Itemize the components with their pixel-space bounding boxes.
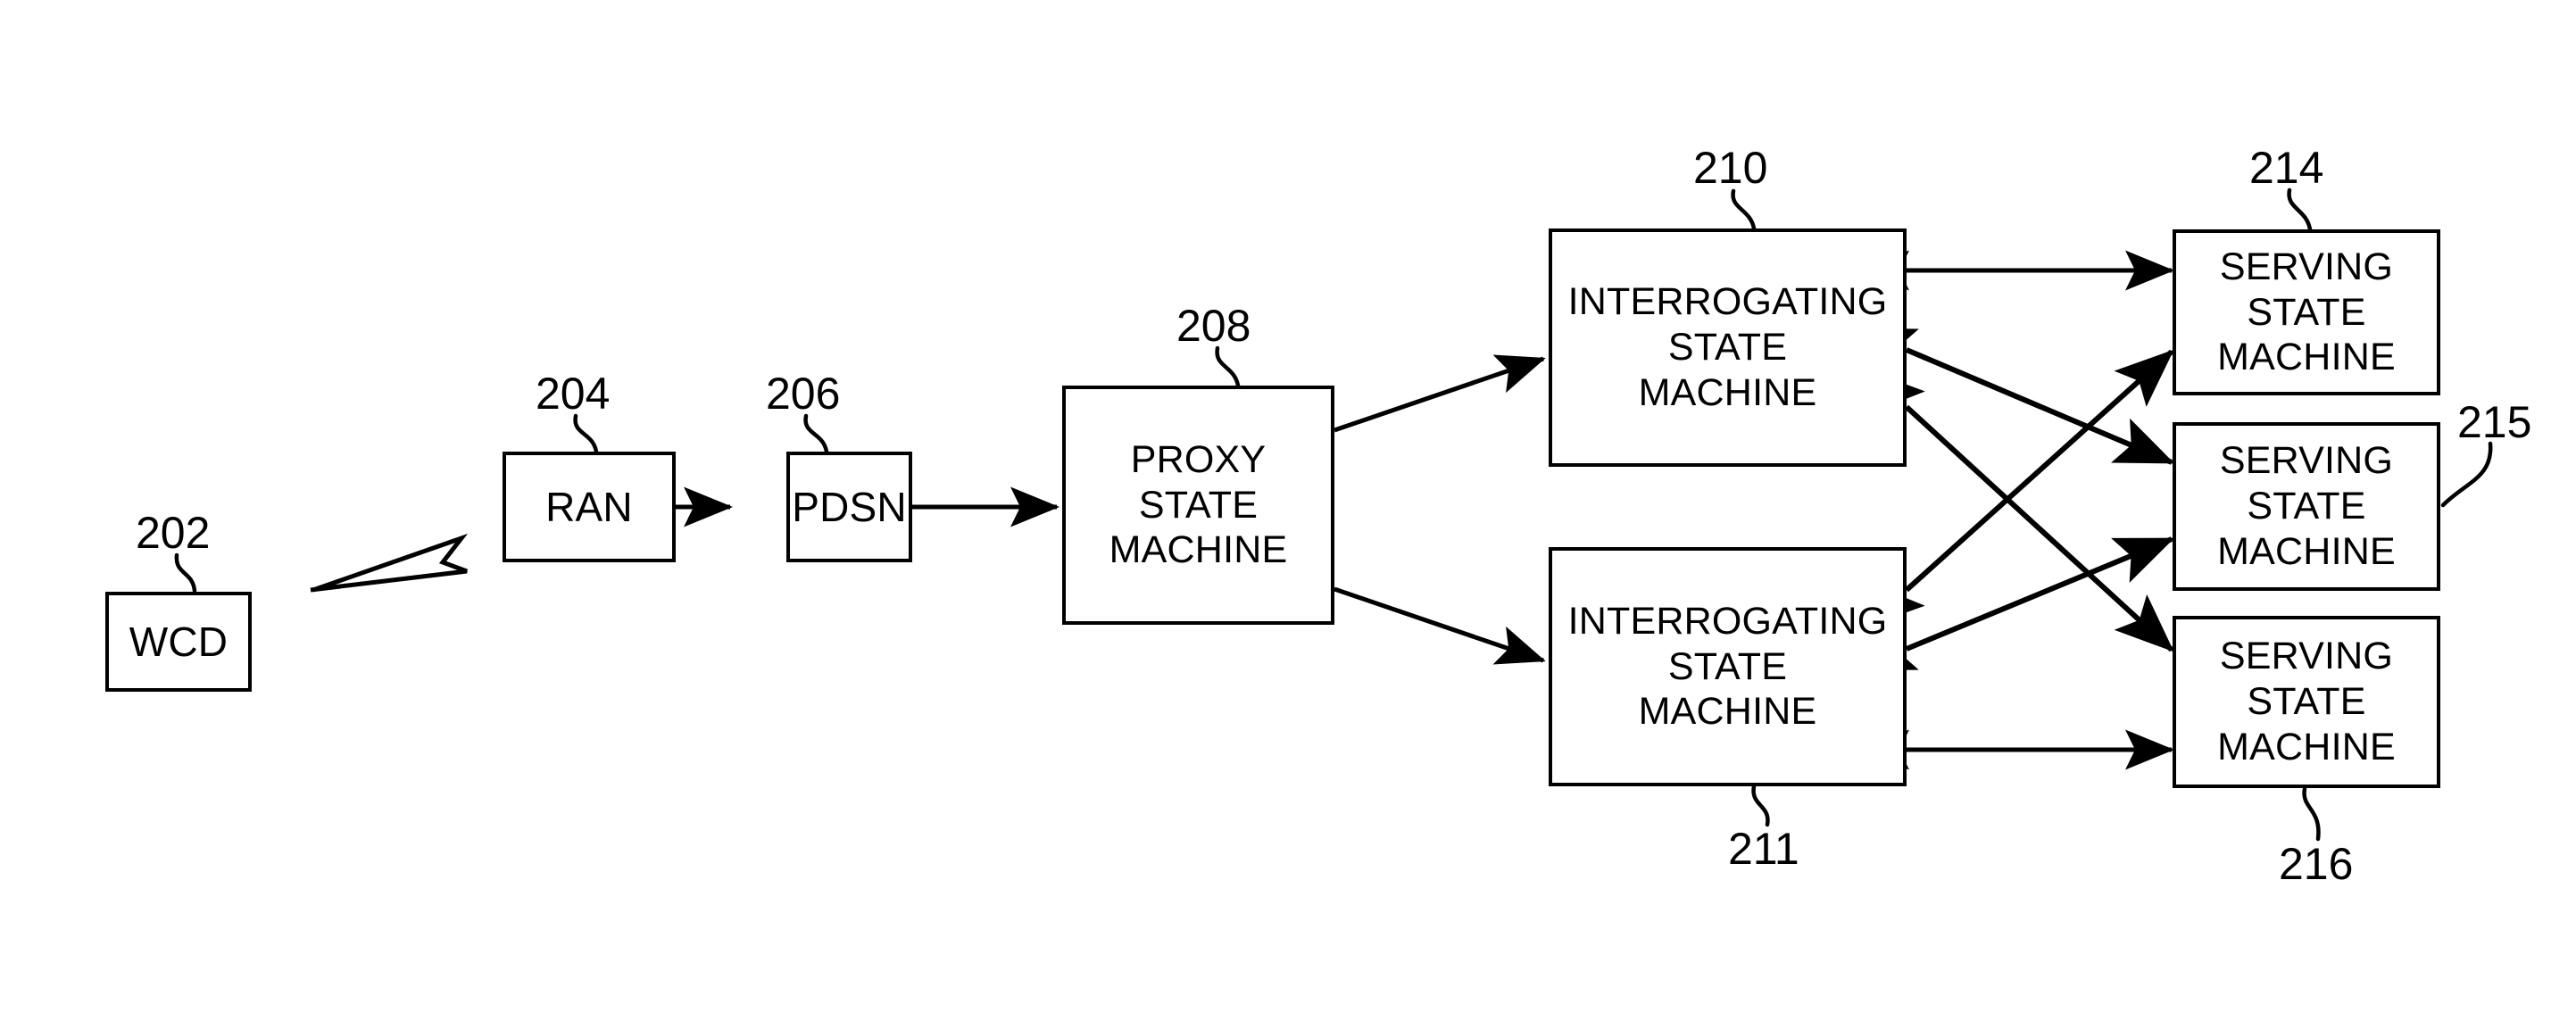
node-serving-215-label-line3: MACHINE — [2217, 529, 2396, 573]
node-pdsn-label: PDSN — [792, 483, 907, 530]
node-pdsn[interactable]: PDSN — [786, 452, 912, 562]
node-interrogating-bottom-label-line2: STATE — [1667, 644, 1788, 688]
reference-numeral-202: 202 — [136, 508, 211, 558]
node-wcd[interactable]: WCD — [105, 592, 252, 692]
reference-numeral-216: 216 — [2279, 839, 2354, 889]
reference-numeral-206: 206 — [766, 369, 841, 419]
node-proxy-state-machine-label-line1: PROXY — [1130, 437, 1267, 481]
reference-numeral-215: 215 — [2457, 397, 2532, 447]
node-serving-215-label-line1: SERVING — [2219, 439, 2394, 483]
node-serving-214-label-line1: SERVING — [2219, 245, 2394, 288]
node-interrogating-top-label-line3: MACHINE — [1638, 370, 1817, 414]
node-interrogating-bottom-label-line3: MACHINE — [1638, 690, 1817, 734]
node-serving-216-label-line1: SERVING — [2219, 635, 2394, 678]
node-wcd-label: WCD — [129, 618, 229, 665]
node-proxy-state-machine-label-line3: MACHINE — [1109, 528, 1288, 572]
leader-line-208 — [1215, 345, 1241, 388]
leader-line-210 — [1731, 188, 1757, 231]
node-ran-label: RAN — [545, 483, 633, 530]
leader-line-214 — [2287, 187, 2313, 232]
node-serving-216-label-line3: MACHINE — [2217, 725, 2396, 768]
patent-figure: WCD RAN PDSN PROXY STATE MACHINE INTERRO… — [0, 0, 2576, 1013]
connector-proxy-to-interrogating-top — [1334, 354, 1546, 433]
node-interrogating-state-machine-top[interactable]: INTERROGATING STATE MACHINE — [1549, 228, 1907, 467]
leader-line-211 — [1751, 784, 1770, 827]
node-serving-state-machine-216[interactable]: SERVING STATE MACHINE — [2173, 616, 2440, 788]
reference-numeral-214: 214 — [2249, 143, 2324, 193]
node-serving-state-machine-215[interactable]: SERVING STATE MACHINE — [2173, 422, 2440, 591]
connector-proxy-to-interrogating-bottom — [1334, 586, 1546, 665]
node-serving-214-label-line3: MACHINE — [2217, 336, 2396, 379]
node-serving-216-label-line2: STATE — [2247, 680, 2366, 724]
connector-wcd-to-ran — [310, 533, 469, 593]
reference-numeral-204: 204 — [536, 369, 611, 419]
node-interrogating-top-label-line1: INTERROGATING — [1567, 280, 1888, 324]
leader-line-216 — [2302, 786, 2321, 842]
node-serving-215-label-line2: STATE — [2247, 485, 2366, 528]
reference-numeral-211: 211 — [1728, 824, 1799, 874]
node-proxy-state-machine[interactable]: PROXY STATE MACHINE — [1062, 386, 1334, 625]
node-serving-214-label-line2: STATE — [2247, 290, 2366, 334]
leader-line-215 — [2440, 441, 2493, 508]
node-serving-state-machine-214[interactable]: SERVING STATE MACHINE — [2173, 229, 2440, 395]
leader-line-204 — [573, 413, 599, 454]
node-interrogating-bottom-label-line1: INTERROGATING — [1567, 599, 1888, 643]
node-interrogating-state-machine-bottom[interactable]: INTERROGATING STATE MACHINE — [1549, 547, 1907, 786]
node-proxy-state-machine-label-line2: STATE — [1138, 483, 1259, 527]
node-ran[interactable]: RAN — [503, 452, 676, 562]
leader-line-202 — [174, 552, 197, 594]
reference-numeral-210: 210 — [1693, 143, 1768, 193]
leader-line-206 — [803, 413, 829, 454]
node-interrogating-top-label-line2: STATE — [1667, 326, 1788, 369]
reference-numeral-208: 208 — [1176, 301, 1251, 351]
